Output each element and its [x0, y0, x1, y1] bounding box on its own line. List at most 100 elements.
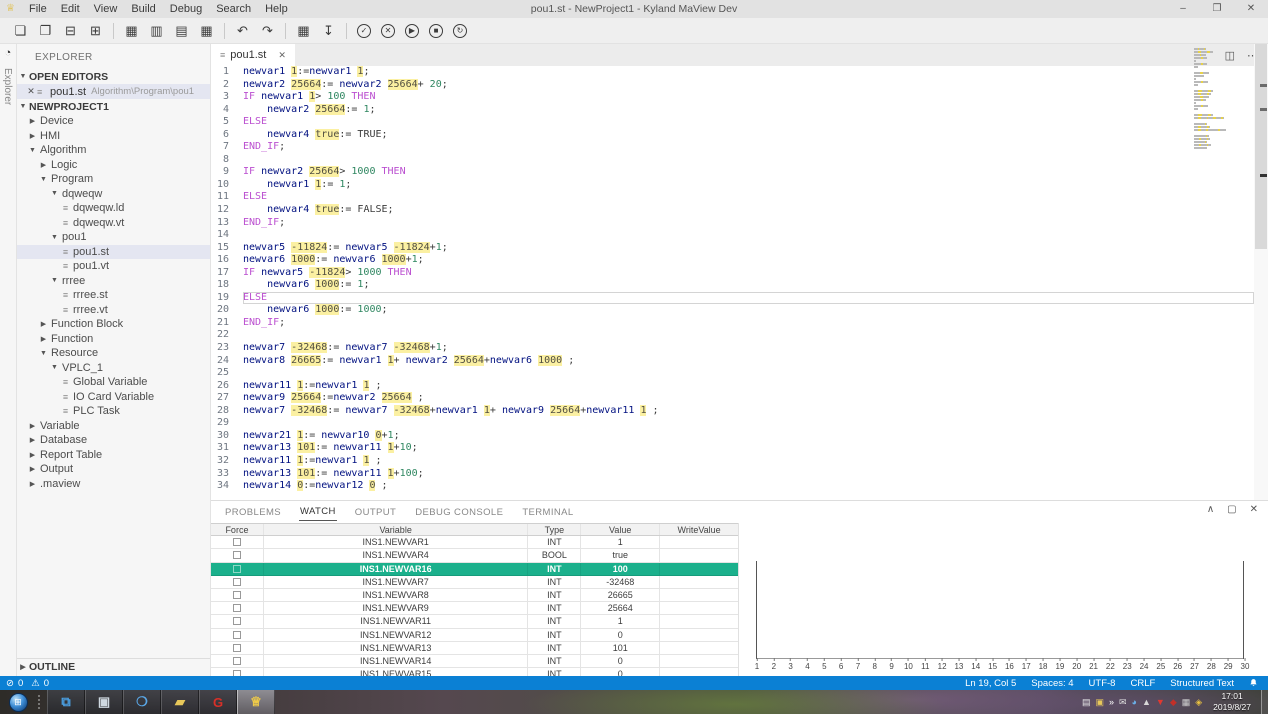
tray-folder-icon[interactable]: ▣ — [1095, 690, 1104, 714]
writevalue-cell[interactable] — [660, 655, 738, 667]
force-checkbox[interactable] — [233, 631, 241, 639]
watch-row-ins1.newvar11[interactable]: INS1.NEWVAR11INT1 — [211, 615, 738, 628]
code-line-31[interactable]: 31newvar13 101:= newvar11 1+10; — [211, 442, 1254, 455]
writevalue-cell[interactable] — [660, 549, 738, 561]
watch-row-ins1.newvar14[interactable]: INS1.NEWVAR14INT0 — [211, 655, 738, 668]
force-checkbox[interactable] — [233, 551, 241, 559]
compile-check-icon[interactable]: ✓ — [357, 24, 371, 38]
panel-tab-terminal[interactable]: TERMINAL — [521, 504, 574, 521]
tab-close-icon[interactable]: ✕ — [278, 50, 286, 61]
code-line-21[interactable]: 21END_IF; — [211, 317, 1254, 330]
watch-row-ins1.newvar13[interactable]: INS1.NEWVAR13INT101 — [211, 642, 738, 655]
force-checkbox[interactable] — [233, 578, 241, 586]
encoding[interactable]: UTF-8 — [1089, 678, 1116, 689]
code-line-26[interactable]: 26newvar11 1:=newvar1 1 ; — [211, 380, 1254, 393]
taskbar-app-console[interactable]: ▣ — [85, 690, 123, 714]
split-editor-icon[interactable]: ◫ — [1225, 49, 1235, 62]
code-line-19[interactable]: 19ELSE — [211, 292, 1254, 305]
panel-tab-debug-console[interactable]: DEBUG CONSOLE — [414, 504, 504, 521]
force-checkbox[interactable] — [233, 604, 241, 612]
writevalue-cell[interactable] — [660, 563, 738, 575]
tree-item-pou1[interactable]: ▼pou1 — [17, 230, 210, 245]
panel-tab-output[interactable]: OUTPUT — [354, 504, 397, 521]
show-desktop-button[interactable] — [1261, 690, 1268, 714]
panel-layout-icon[interactable]: ▢ — [1227, 504, 1236, 515]
tree-item-rrree-st[interactable]: ≡rrree.st — [17, 288, 210, 303]
tree-item-output[interactable]: ▶Output — [17, 462, 210, 477]
build-icon[interactable]: ▦ — [291, 19, 316, 43]
tree-item-io-card-variable[interactable]: ≡IO Card Variable — [17, 390, 210, 405]
minimap[interactable] — [1194, 48, 1226, 150]
watch-row-ins1.newvar7[interactable]: INS1.NEWVAR7INT-32468 — [211, 576, 738, 589]
force-checkbox[interactable] — [233, 617, 241, 625]
code-line-24[interactable]: 24newvar8 26665:= newvar1 1+ newvar2 256… — [211, 355, 1254, 368]
watch-row-ins1.newvar1[interactable]: INS1.NEWVAR1INT1 — [211, 536, 738, 549]
bell-icon[interactable] — [1249, 678, 1258, 688]
taskbar-app-g[interactable]: G — [199, 690, 237, 714]
code-line-15[interactable]: 15newvar5 -11824:= newvar5 -11824+1; — [211, 242, 1254, 255]
module-grid-icon[interactable]: ▦ — [119, 19, 144, 43]
writevalue-cell[interactable] — [660, 668, 738, 676]
panel-close-icon[interactable]: ✕ — [1250, 504, 1258, 515]
menu-edit[interactable]: Edit — [54, 0, 87, 18]
taskbar-app-messenger[interactable]: ❍ — [123, 690, 161, 714]
open-editor-item-pou1st[interactable]: ✕ ≡ pou1.st Algorithm\Program\pou1 — [17, 84, 210, 99]
code-line-22[interactable]: 22 — [211, 329, 1254, 342]
code-line-17[interactable]: 17IF newvar5 -11824> 1000 THEN — [211, 267, 1254, 280]
language-mode[interactable]: Structured Text — [1170, 678, 1234, 689]
tree-item-vplc-1[interactable]: ▼VPLC_1 — [17, 361, 210, 376]
taskbar-app-folder[interactable]: ▰ — [161, 690, 199, 714]
taskbar-app-vscode[interactable]: ⧉ — [47, 690, 85, 714]
code-line-13[interactable]: 13END_IF; — [211, 217, 1254, 230]
force-checkbox[interactable] — [233, 591, 241, 599]
code-editor[interactable]: 1newvar1 1:=newvar1 1;2newvar2 25664:= n… — [211, 66, 1254, 500]
tree-item-rrree[interactable]: ▼rrree — [17, 274, 210, 289]
code-line-5[interactable]: 5ELSE — [211, 116, 1254, 129]
code-line-11[interactable]: 11ELSE — [211, 191, 1254, 204]
indentation[interactable]: Spaces: 4 — [1031, 678, 1073, 689]
code-line-4[interactable]: 4 newvar2 25664:= 1; — [211, 104, 1254, 117]
scrollbar-thumb[interactable] — [1255, 44, 1267, 249]
code-line-7[interactable]: 7END_IF; — [211, 141, 1254, 154]
code-line-34[interactable]: 34newvar14 0:=newvar12 0 ; — [211, 480, 1254, 493]
writevalue-cell[interactable] — [660, 615, 738, 627]
tray-audio-icon[interactable]: ◆ — [1170, 690, 1177, 714]
download-icon[interactable]: ↧ — [316, 19, 341, 43]
close-icon[interactable]: ✕ — [25, 86, 37, 97]
watch-row-ins1.newvar12[interactable]: INS1.NEWVAR12INT0 — [211, 629, 738, 642]
writevalue-cell[interactable] — [660, 642, 738, 654]
panel-tab-problems[interactable]: PROBLEMS — [224, 504, 282, 521]
project-header[interactable]: ▼ NEWPROJECT1 — [17, 99, 210, 114]
tree-item-hmi[interactable]: ▶HMI — [17, 129, 210, 144]
tree-item-pou1-vt[interactable]: ≡pou1.vt — [17, 259, 210, 274]
writevalue-cell[interactable] — [660, 589, 738, 601]
writevalue-cell[interactable] — [660, 602, 738, 614]
tray-arrow-icon[interactable]: ▲ — [1142, 690, 1151, 714]
tree-item-algorithm[interactable]: ▼Algorithm — [17, 143, 210, 158]
taskbar-app-maview[interactable]: ♕ — [237, 690, 275, 714]
writevalue-cell[interactable] — [660, 576, 738, 588]
menu-file[interactable]: File — [22, 0, 54, 18]
tree-item-device[interactable]: ▶Device — [17, 114, 210, 129]
tree-item-variable[interactable]: ▶Variable — [17, 419, 210, 434]
explorer-activity-icon[interactable]: ◔ — [0, 44, 16, 59]
force-checkbox[interactable] — [233, 657, 241, 665]
save-icon[interactable]: ⊟ — [58, 19, 83, 43]
eol-sequence[interactable]: CRLF — [1130, 678, 1155, 689]
maximize-button[interactable]: ❐ — [1200, 0, 1234, 18]
tray-display-icon[interactable]: ▤ — [1082, 690, 1091, 714]
code-line-8[interactable]: 8 — [211, 154, 1254, 167]
taskbar-clock[interactable]: 17:01 2019/8/27 — [1207, 691, 1257, 712]
tree-item-resource[interactable]: ▼Resource — [17, 346, 210, 361]
force-checkbox[interactable] — [233, 538, 241, 546]
module-add-icon[interactable]: ▥ — [144, 19, 169, 43]
warning-count[interactable]: 0 — [44, 678, 49, 689]
tab-pou1st[interactable]: ≡ pou1.st ✕ — [211, 44, 295, 66]
menu-view[interactable]: View — [87, 0, 125, 18]
code-line-25[interactable]: 25 — [211, 367, 1254, 380]
new-file-icon[interactable]: ❏ — [8, 19, 33, 43]
code-line-18[interactable]: 18 newvar6 1000:= 1; — [211, 279, 1254, 292]
tree-item-report-table[interactable]: ▶Report Table — [17, 448, 210, 463]
tray-mail-icon[interactable]: ✉ — [1119, 690, 1127, 714]
tree-item-logic[interactable]: ▶Logic — [17, 158, 210, 173]
